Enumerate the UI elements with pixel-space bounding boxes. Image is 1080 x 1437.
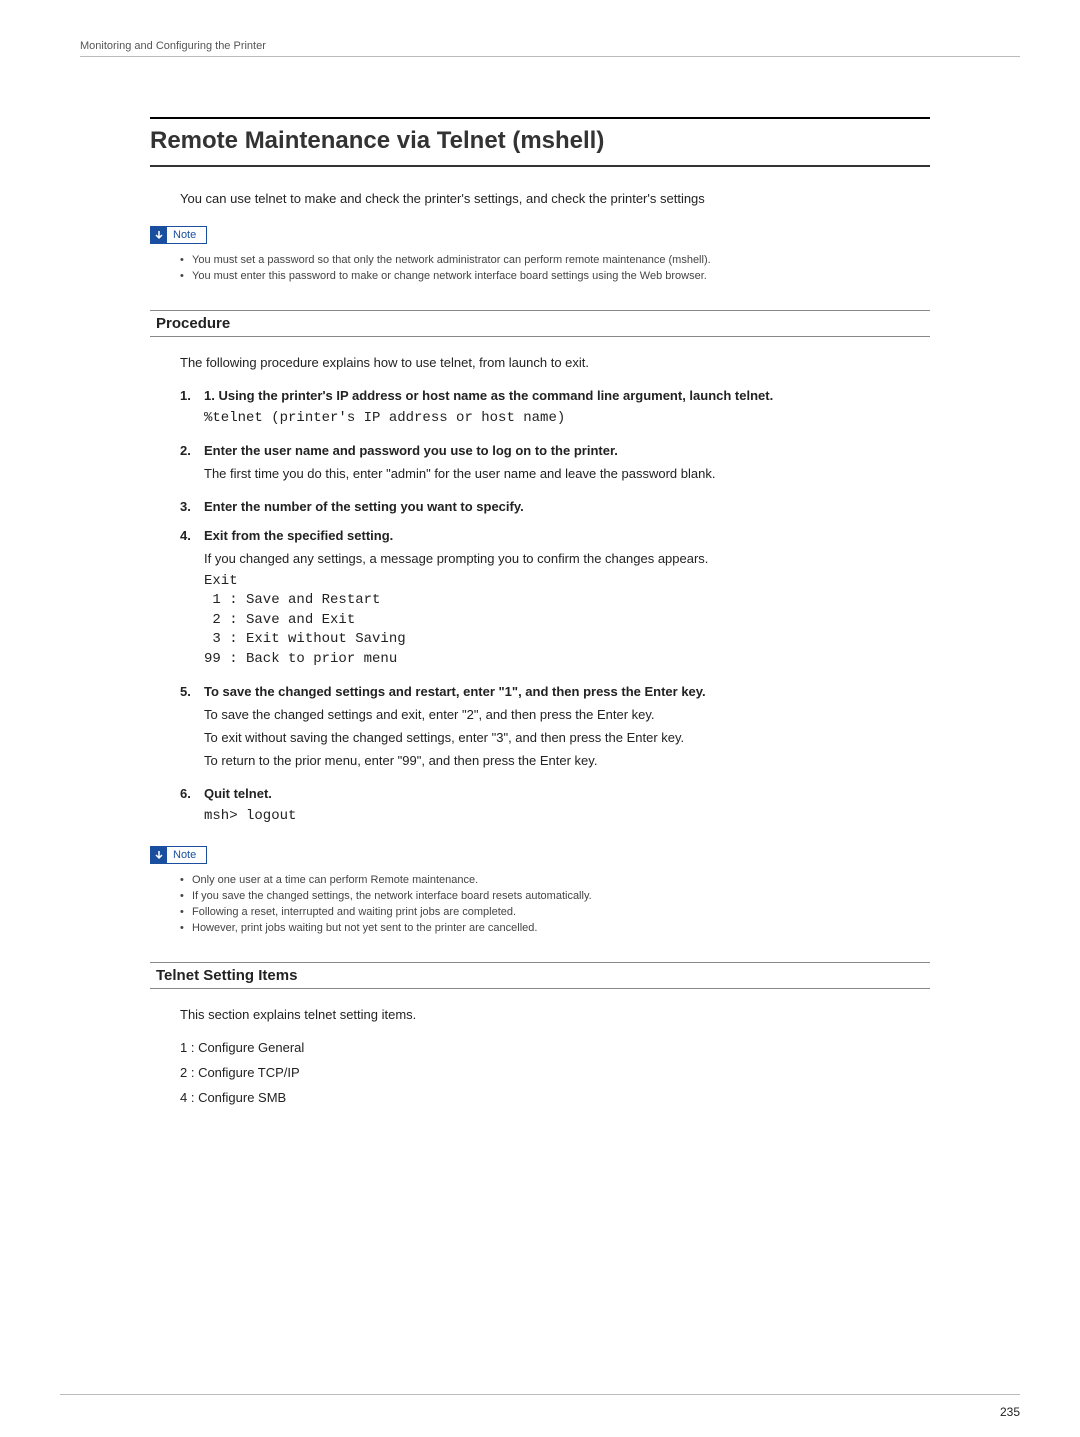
page-number: 235 [1000, 1405, 1020, 1419]
step-1: 1. 1. Using the printer's IP address or … [180, 388, 930, 429]
step-title: Exit from the specified setting. [204, 528, 930, 543]
step-number: 1. [180, 388, 204, 403]
note-2-item-2: Following a reset, interrupted and waiti… [180, 906, 930, 918]
main-content: Remote Maintenance via Telnet (mshell) Y… [60, 117, 1020, 1105]
step-2: 2. Enter the user name and password you … [180, 443, 930, 485]
arrow-down-icon [151, 847, 167, 863]
note-1-list: You must set a password so that only the… [180, 254, 930, 282]
page-title: Remote Maintenance via Telnet (mshell) [150, 117, 930, 167]
telnet-settings-heading: Telnet Setting Items [150, 962, 930, 989]
step-code: Exit 1 : Save and Restart 2 : Save and E… [204, 572, 930, 670]
step-sub-2: To return to the prior menu, enter "99",… [204, 753, 930, 768]
running-head: Monitoring and Configuring the Printer [80, 40, 1020, 57]
step-sub-1: To exit without saving the changed setti… [204, 730, 930, 745]
step-number: 4. [180, 528, 204, 543]
note-2-item-0: Only one user at a time can perform Remo… [180, 874, 930, 886]
step-title: Enter the number of the setting you want… [204, 499, 930, 514]
note-badge: Note [150, 846, 207, 864]
telnet-settings-intro: This section explains telnet setting ite… [180, 1007, 930, 1022]
step-number: 3. [180, 499, 204, 514]
setting-item-2: 4 : Configure SMB [180, 1090, 930, 1105]
footer-rule [60, 1394, 1020, 1395]
setting-item-1: 2 : Configure TCP/IP [180, 1065, 930, 1080]
note-2-item-3: However, print jobs waiting but not yet … [180, 922, 930, 934]
step-code: msh> logout [204, 807, 930, 827]
note-2-list: Only one user at a time can perform Remo… [180, 874, 930, 934]
step-title: 1. Using the printer's IP address or hos… [204, 388, 930, 403]
note-1-item-1: You must enter this password to make or … [180, 270, 930, 282]
note-label: Note [167, 229, 206, 241]
step-sub-0: To save the changed settings and exit, e… [204, 707, 930, 722]
procedure-intro: The following procedure explains how to … [180, 355, 930, 370]
step-sub: If you changed any settings, a message p… [204, 551, 930, 566]
step-5: 5. To save the changed settings and rest… [180, 684, 930, 772]
step-sub: The first time you do this, enter "admin… [204, 466, 930, 481]
document-page: Monitoring and Configuring the Printer R… [0, 0, 1080, 1437]
intro-text: You can use telnet to make and check the… [180, 191, 930, 206]
step-6: 6. Quit telnet. msh> logout [180, 786, 930, 827]
arrow-down-icon [151, 227, 167, 243]
procedure-steps: 1. 1. Using the printer's IP address or … [180, 388, 930, 826]
setting-item-0: 1 : Configure General [180, 1040, 930, 1055]
step-number: 5. [180, 684, 204, 699]
step-code: %telnet (printer's IP address or host na… [204, 409, 930, 429]
telnet-setting-items: 1 : Configure General 2 : Configure TCP/… [180, 1040, 930, 1105]
note-1-item-0: You must set a password so that only the… [180, 254, 930, 266]
note-badge: Note [150, 226, 207, 244]
step-4: 4. Exit from the specified setting. If y… [180, 528, 930, 670]
step-title: To save the changed settings and restart… [204, 684, 930, 699]
step-title: Quit telnet. [204, 786, 930, 801]
procedure-heading: Procedure [150, 310, 930, 337]
step-number: 6. [180, 786, 204, 801]
step-number: 2. [180, 443, 204, 458]
step-title: Enter the user name and password you use… [204, 443, 930, 458]
note-label: Note [167, 849, 206, 861]
note-2-item-1: If you save the changed settings, the ne… [180, 890, 930, 902]
step-3: 3. Enter the number of the setting you w… [180, 499, 930, 514]
